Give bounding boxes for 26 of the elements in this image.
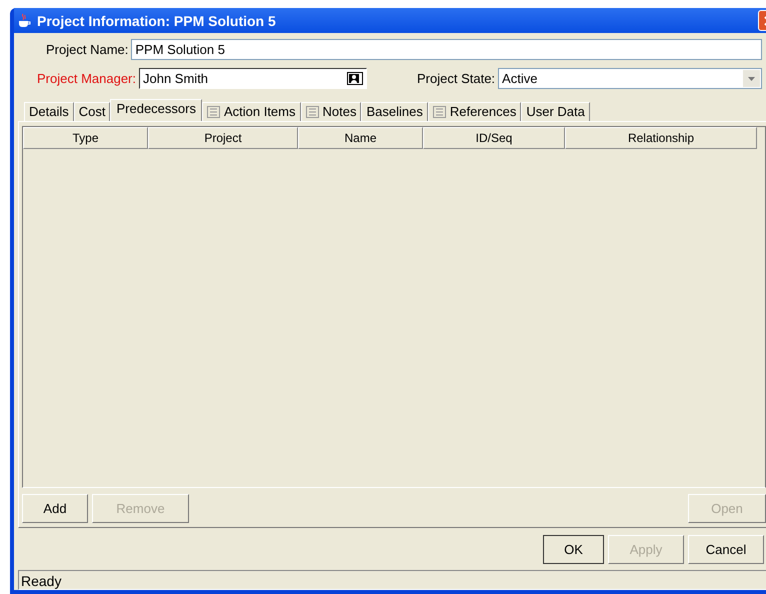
column-header[interactable]: Project [148,127,298,149]
project-state-dropdown[interactable]: Active [498,68,762,89]
window-title: Project Information: PPM Solution 5 [37,12,277,28]
tab[interactable]: Baselines [361,102,428,121]
tab[interactable]: Cost [74,102,110,121]
status-bar: Ready [18,570,766,590]
dialog-button[interactable]: OK [543,535,604,564]
tab[interactable]: Details [24,102,74,121]
field-label: Project State: [417,71,496,86]
tab[interactable]: Notes [300,102,362,121]
tab[interactable]: Predecessors [110,99,202,121]
coffee-cup-icon [16,12,32,28]
column-header[interactable]: Type [23,127,148,149]
tab[interactable]: Action Items [202,102,300,121]
panel-button[interactable]: Add [22,494,88,523]
project-manager-field[interactable]: John Smith [139,68,367,89]
column-header[interactable]: Name [298,127,423,149]
field-label: Project Name: [46,42,128,57]
tab[interactable]: References [428,102,522,121]
dialog-button[interactable]: Cancel [688,535,764,564]
person-card-icon[interactable] [347,72,363,85]
column-header[interactable]: ID/Seq [423,127,565,149]
project-name-field[interactable]: PPM Solution 5 [131,39,762,60]
tab[interactable]: User Data [521,102,590,121]
field-label: Project Manager: [37,71,136,86]
column-header[interactable]: Relationship [565,127,757,149]
